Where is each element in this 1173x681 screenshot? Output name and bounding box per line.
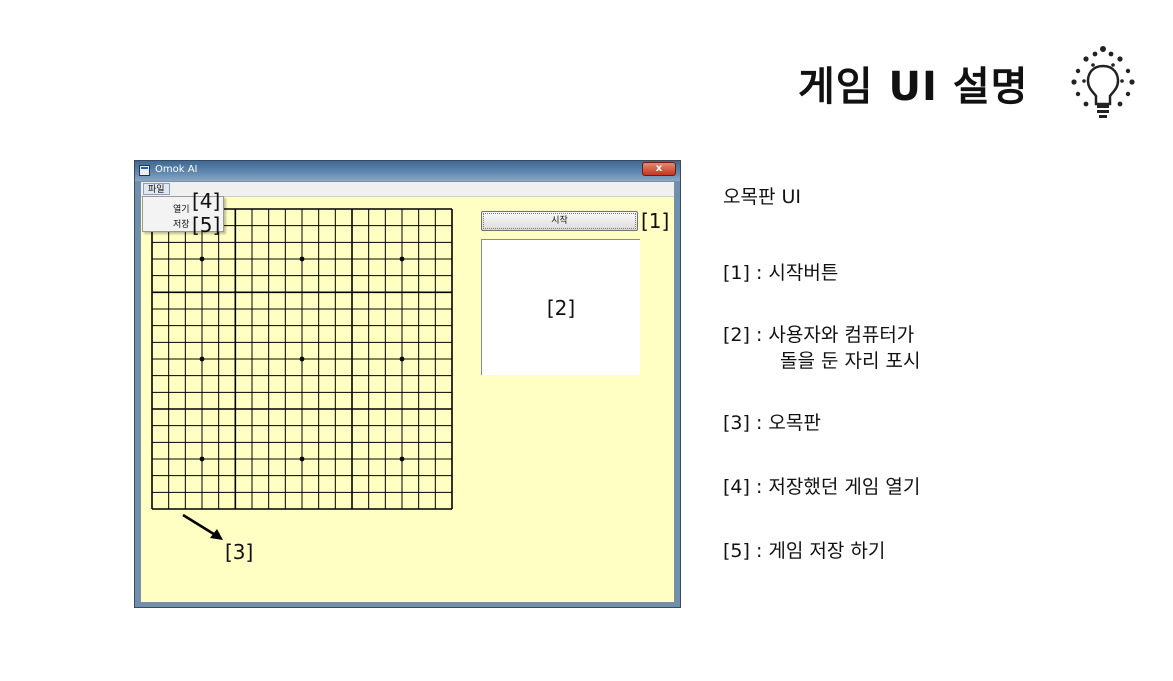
star-point — [299, 256, 305, 262]
app-icon — [139, 165, 150, 176]
lightbulb-icon — [1071, 46, 1135, 118]
desc-item-4: [4] : 저장했던 게임 열기 — [723, 476, 921, 498]
callout-4: [4] — [192, 189, 221, 213]
star-point — [299, 356, 305, 362]
desc-item-3: [3] : 오목판 — [723, 412, 821, 434]
menu-item-save[interactable]: 저장 — [173, 217, 190, 230]
star-point — [299, 456, 305, 462]
callout-2: [2] — [546, 296, 576, 320]
omok-window: Omok AI x 파일 열기 저장 [4] [5] 시작 [1] [2] [3… — [134, 160, 681, 608]
close-button[interactable]: x — [642, 162, 676, 176]
star-point — [199, 456, 205, 462]
desc-item-5: [5] : 게임 저장 하기 — [723, 540, 886, 562]
client-area: 파일 열기 저장 [4] [5] 시작 [1] [2] [3] — [140, 181, 675, 603]
title-bar[interactable]: Omok AI x — [135, 161, 680, 181]
arrow-icon — [182, 513, 223, 540]
callout-3: [3] — [225, 540, 254, 564]
star-point — [199, 256, 205, 262]
description-heading: 오목판 UI — [723, 186, 801, 208]
window-title: Omok AI — [155, 164, 198, 175]
star-point — [399, 356, 405, 362]
star-point — [399, 456, 405, 462]
callout-5: [5] — [192, 213, 221, 237]
menu-file[interactable]: 파일 — [143, 183, 170, 195]
omok-board[interactable] — [151, 208, 453, 510]
start-button[interactable]: 시작 — [481, 211, 638, 231]
move-log-panel: [2] — [481, 239, 640, 375]
desc-item-1: [1] : 시작버튼 — [723, 262, 839, 284]
slide-title: 게임 UI 설명 — [798, 64, 1029, 110]
star-point — [399, 256, 405, 262]
callout-1: [1] — [641, 209, 670, 233]
menu-item-open[interactable]: 열기 — [173, 202, 190, 215]
desc-item-2: [2] : 사용자와 컴퓨터가 — [723, 324, 915, 346]
desc-item-2-cont: 돌을 둔 자리 포시 — [780, 350, 921, 372]
menu-bar: 파일 — [141, 182, 674, 197]
star-point — [199, 356, 205, 362]
